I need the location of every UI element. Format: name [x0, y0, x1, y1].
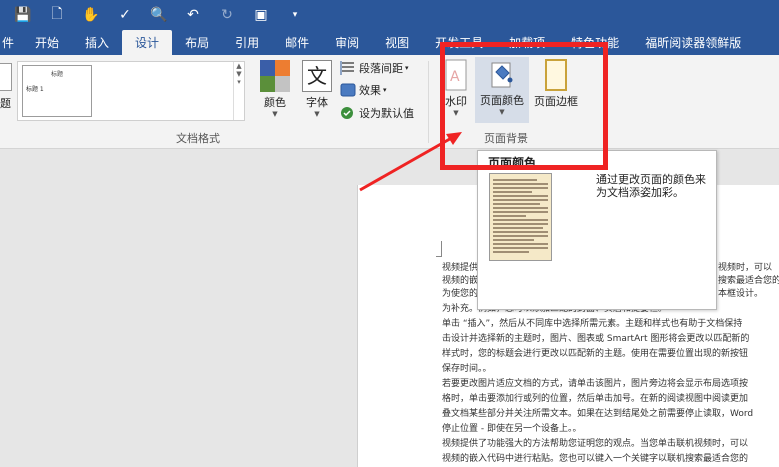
- annotation-arrow: [359, 132, 462, 192]
